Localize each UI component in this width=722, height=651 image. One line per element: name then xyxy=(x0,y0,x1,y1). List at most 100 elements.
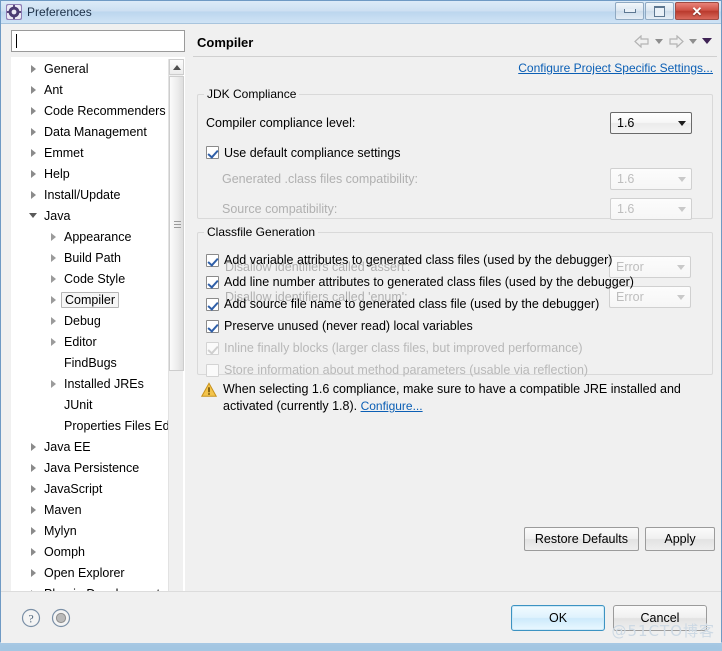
tree-collapse-arrow-icon[interactable] xyxy=(28,504,39,515)
tree-collapse-arrow-icon[interactable] xyxy=(28,462,39,473)
help-question-icon[interactable]: ? xyxy=(21,608,41,628)
classfile-option-row[interactable]: Add variable attributes to generated cla… xyxy=(206,249,704,271)
sidebar-item-debug[interactable]: Debug xyxy=(12,310,170,331)
close-button[interactable]: ✕ xyxy=(675,2,719,20)
classfile-options-list: Add variable attributes to generated cla… xyxy=(206,249,704,381)
classfile-option-checkbox xyxy=(206,363,219,377)
vertical-scroll-thumb[interactable] xyxy=(169,76,184,371)
classfile-option-row[interactable]: Add source file name to generated class … xyxy=(206,293,704,315)
sidebar-item-javascript[interactable]: JavaScript xyxy=(12,478,170,499)
filter-input-wrapper[interactable] xyxy=(11,30,185,52)
sidebar-item-installed-jres[interactable]: Installed JREs xyxy=(12,373,170,394)
tree-collapse-arrow-icon[interactable] xyxy=(28,168,39,179)
tree-collapse-arrow-icon[interactable] xyxy=(48,378,59,389)
sidebar-item-compiler[interactable]: Compiler xyxy=(12,289,170,310)
sidebar-item-properties-files-ed[interactable]: Properties Files Ed xyxy=(12,415,170,436)
sidebar-item-build-path[interactable]: Build Path xyxy=(12,247,170,268)
tree-collapse-arrow-icon[interactable] xyxy=(28,126,39,137)
sidebar-item-oomph[interactable]: Oomph xyxy=(12,541,170,562)
tree-collapse-arrow-icon[interactable] xyxy=(48,231,59,242)
sidebar-item-label: Data Management xyxy=(44,124,147,139)
search-input[interactable] xyxy=(18,34,168,48)
pane-header: Compiler xyxy=(193,29,717,57)
dialog-titlebar[interactable]: Preferences ✕ xyxy=(1,1,721,24)
tree-collapse-arrow-icon[interactable] xyxy=(28,147,39,158)
sidebar-item-emmet[interactable]: Emmet xyxy=(12,142,170,163)
tree-collapse-arrow-icon[interactable] xyxy=(48,336,59,347)
sidebar-item-data-management[interactable]: Data Management xyxy=(12,121,170,142)
forward-arrow-icon[interactable] xyxy=(667,33,685,49)
configure-jre-link[interactable]: Configure... xyxy=(361,399,423,413)
classfile-option-row[interactable]: Add line number attributes to generated … xyxy=(206,271,704,293)
forward-history-chevron-down-icon[interactable] xyxy=(687,33,699,49)
classfile-option-label: Add source file name to generated class … xyxy=(224,297,600,311)
sidebar-item-java-persistence[interactable]: Java Persistence xyxy=(12,457,170,478)
sidebar-item-label: Help xyxy=(44,166,70,181)
configure-project-specific-settings-link[interactable]: Configure Project Specific Settings... xyxy=(518,61,713,75)
sidebar-item-general[interactable]: General xyxy=(12,58,170,79)
sidebar-item-label: Mylyn xyxy=(44,523,77,538)
tree-collapse-arrow-icon[interactable] xyxy=(48,315,59,326)
sidebar-item-mylyn[interactable]: Mylyn xyxy=(12,520,170,541)
back-arrow-icon[interactable] xyxy=(633,33,651,49)
preferences-tree-wrapper: General Ant Code Recommenders Data Manageme… xyxy=(11,57,185,608)
dialog-title: Preferences xyxy=(27,5,92,19)
sidebar-item-appearance[interactable]: Appearance xyxy=(12,226,170,247)
sidebar-item-java-ee[interactable]: Java EE xyxy=(12,436,170,457)
sidebar-item-maven[interactable]: Maven xyxy=(12,499,170,520)
back-history-chevron-down-icon[interactable] xyxy=(653,33,665,49)
sidebar-item-help[interactable]: Help xyxy=(12,163,170,184)
view-menu-triangle-icon[interactable] xyxy=(701,33,713,49)
sidebar-item-code-recommenders[interactable]: Code Recommenders xyxy=(12,100,170,121)
tree-expand-arrow-icon[interactable] xyxy=(28,210,39,221)
sidebar-item-editor[interactable]: Editor xyxy=(12,331,170,352)
sidebar-item-open-explorer[interactable]: Open Explorer xyxy=(12,562,170,583)
classfile-option-checkbox[interactable] xyxy=(206,275,219,289)
classfile-generation-group: Classfile Generation Add variable attrib… xyxy=(197,225,713,377)
sidebar-item-junit[interactable]: JUnit xyxy=(12,394,170,415)
chevron-down-icon[interactable] xyxy=(673,120,691,126)
classfile-option-checkbox[interactable] xyxy=(206,319,219,333)
classfile-option-checkbox[interactable] xyxy=(206,253,219,267)
tree-collapse-arrow-icon[interactable] xyxy=(28,567,39,578)
tree-collapse-arrow-icon[interactable] xyxy=(28,441,39,452)
sidebar-item-findbugs[interactable]: FindBugs xyxy=(12,352,170,373)
ok-button[interactable]: OK xyxy=(511,605,605,631)
sidebar-item-label: FindBugs xyxy=(64,355,117,370)
compliance-level-dropdown[interactable]: 1.6 xyxy=(610,112,692,134)
apply-button[interactable]: Apply xyxy=(645,527,715,551)
jdk-compliance-legend: JDK Compliance xyxy=(207,87,297,101)
maximize-button[interactable] xyxy=(645,2,674,20)
tree-collapse-arrow-icon[interactable] xyxy=(28,546,39,557)
use-default-compliance-checkbox[interactable] xyxy=(206,146,219,159)
use-default-compliance-checkbox-row[interactable]: Use default compliance settings xyxy=(206,143,400,162)
tree-collapse-arrow-icon[interactable] xyxy=(28,189,39,200)
tree-collapse-arrow-icon[interactable] xyxy=(28,525,39,536)
preferences-tree[interactable]: General Ant Code Recommenders Data Manageme… xyxy=(12,58,170,593)
compliance-level-label: Compiler compliance level: xyxy=(206,116,356,130)
tree-collapse-arrow-icon[interactable] xyxy=(28,63,39,74)
restore-defaults-button[interactable]: Restore Defaults xyxy=(523,527,639,551)
classfile-option-row[interactable]: Preserve unused (never read) local varia… xyxy=(206,315,704,337)
tree-vertical-scrollbar[interactable] xyxy=(168,59,184,607)
minimize-button[interactable] xyxy=(615,2,644,20)
sidebar-item-install-update[interactable]: Install/Update xyxy=(12,184,170,205)
tree-collapse-arrow-icon[interactable] xyxy=(28,84,39,95)
class-files-compat-row: Generated .class files compatibility: xyxy=(222,169,418,189)
record-circle-icon[interactable] xyxy=(51,608,71,628)
compliance-level-value: 1.6 xyxy=(617,116,635,130)
tree-collapse-arrow-icon[interactable] xyxy=(48,294,59,305)
classfile-option-label: Add line number attributes to generated … xyxy=(224,275,634,289)
tree-collapse-arrow-icon[interactable] xyxy=(28,483,39,494)
tree-collapse-arrow-icon[interactable] xyxy=(48,252,59,263)
sidebar-item-code-style[interactable]: Code Style xyxy=(12,268,170,289)
classfile-option-checkbox[interactable] xyxy=(206,297,219,311)
classfile-option-label: Store information about method parameter… xyxy=(224,363,589,377)
sidebar-item-java[interactable]: Java xyxy=(12,205,170,226)
sidebar-item-ant[interactable]: Ant xyxy=(12,79,170,100)
source-compat-label: Source compatibility: xyxy=(222,202,338,216)
scroll-up-button[interactable] xyxy=(169,59,184,75)
sidebar-item-label: Ant xyxy=(44,82,63,97)
tree-collapse-arrow-icon[interactable] xyxy=(28,105,39,116)
tree-collapse-arrow-icon[interactable] xyxy=(48,273,59,284)
